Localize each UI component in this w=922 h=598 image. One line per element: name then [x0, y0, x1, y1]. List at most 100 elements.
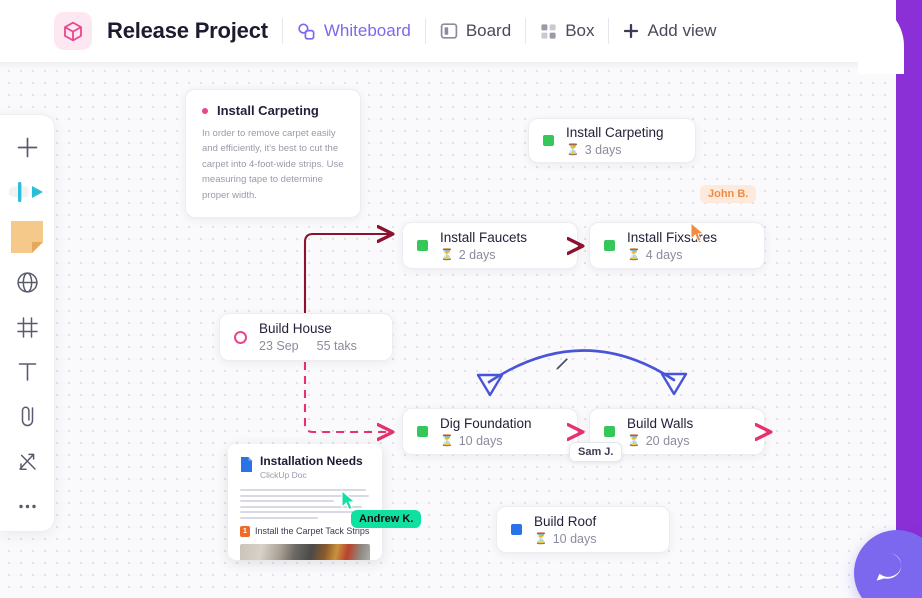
globe-icon: [16, 271, 38, 293]
text-tool[interactable]: [5, 351, 49, 392]
doc-list-item-text: Install the Carpet Tack Strips: [255, 526, 370, 537]
doc-subtitle: ClickUp Doc: [260, 470, 307, 481]
connector-blue-curve: [487, 349, 676, 384]
task-meta: ⏳ 10 days: [534, 532, 596, 546]
tab-box[interactable]: Box: [540, 21, 594, 41]
doc-embedded-image: [240, 543, 370, 560]
attachment-tool[interactable]: [5, 396, 49, 437]
doc-list-item: 1 Install the Carpet Tack Strips: [240, 525, 370, 537]
task-title: Install Carpeting: [566, 124, 664, 140]
task-card-build-house[interactable]: Build House 23 Sep 55 taks: [219, 313, 393, 361]
add-tool[interactable]: [5, 127, 49, 168]
task-meta: 23 Sep 55 taks: [259, 339, 357, 353]
connector-layer: [303, 62, 896, 598]
cursor-andrew-pointer: [341, 489, 356, 511]
task-body: Dig Foundation ⏳ 10 days: [440, 416, 532, 448]
cursor-john-pointer: [690, 221, 705, 243]
page-title: Release Project: [107, 18, 268, 43]
cube-icon: [64, 21, 82, 41]
canvas-top-shadow: [0, 62, 896, 70]
app-header: Release Project Whiteboard Board Box Add…: [0, 0, 896, 62]
task-title: Build Roof: [534, 513, 597, 529]
doc-card-installation-needs[interactable]: Installation Needs ClickUp Doc 1 Install…: [228, 444, 382, 560]
status-badge: [543, 135, 554, 146]
task-body: Install Faucets ⏳ 2 days: [440, 230, 527, 262]
ellipsis-icon: [18, 504, 36, 509]
sticky-note-icon: [11, 221, 43, 254]
text-t-icon: [18, 363, 36, 382]
right-edge-accent: [896, 0, 922, 598]
note-title: Install Carpeting: [217, 103, 319, 118]
task-meta: ⏳ 10 days: [440, 434, 532, 448]
box-grid-icon: [540, 23, 557, 40]
task-card-install-faucets[interactable]: Install Faucets ⏳ 2 days: [402, 222, 578, 269]
tab-board[interactable]: Board: [440, 21, 511, 41]
task-title: Install Faucets: [440, 229, 528, 245]
task-meta: ⏳ 4 days: [627, 248, 717, 262]
more-tools[interactable]: [5, 486, 49, 527]
doc-header: Installation Needs ClickUp Doc: [240, 454, 370, 481]
task-title: Dig Foundation: [440, 415, 532, 431]
status-badge: [604, 240, 615, 251]
task-card-dig-foundation[interactable]: Dig Foundation ⏳ 10 days: [402, 408, 578, 455]
task-duration: 10 days: [458, 433, 503, 448]
hourglass-icon: ⏳: [627, 435, 641, 447]
task-meta: ⏳ 20 days: [627, 434, 693, 448]
task-duration: 10 days: [552, 531, 597, 546]
board-icon: [440, 22, 458, 40]
add-view-label: Add view: [647, 21, 717, 40]
note-body: In order to remove carpet easily and eff…: [202, 128, 344, 201]
cursor-label-sam: Sam J.: [569, 442, 623, 462]
chat-bubble-icon: [876, 553, 902, 581]
tab-whiteboard[interactable]: Whiteboard: [297, 21, 411, 41]
pen-marker-icon: [9, 182, 43, 203]
bullet-icon: [202, 107, 208, 114]
header-divider: [281, 18, 283, 44]
web-embed-tool[interactable]: [5, 262, 49, 303]
hourglass-icon: ⏳: [534, 533, 548, 545]
cursor-sam-pen-icon: [554, 356, 570, 372]
task-duration: 2 days: [458, 247, 496, 262]
hourglass-icon: ⏳: [440, 249, 454, 261]
task-card-install-fixsures[interactable]: Install Fixsures ⏳ 4 days: [589, 222, 765, 269]
whiteboard-app: Release Project Whiteboard Board Box Add…: [0, 0, 922, 598]
hourglass-icon: ⏳: [440, 435, 454, 447]
cursor-label-andrew: Andrew K.: [351, 510, 422, 528]
connector-tool[interactable]: [5, 441, 49, 482]
doc-titles: Installation Needs ClickUp Doc: [260, 454, 363, 481]
task-duration: 4 days: [645, 247, 683, 262]
whiteboard-toolbar: [0, 114, 55, 532]
connector-buildhouse-digfoundation: [303, 362, 392, 432]
task-body: Build Roof ⏳ 10 days: [534, 514, 596, 546]
task-card-build-roof[interactable]: Build Roof ⏳ 10 days: [496, 506, 670, 553]
plus-icon: [17, 137, 37, 158]
whiteboard-canvas[interactable]: Install Carpeting In order to remove car…: [0, 62, 896, 598]
add-view-button[interactable]: Add view: [623, 21, 716, 41]
sticky-note-tool[interactable]: [5, 217, 49, 258]
document-icon: [241, 457, 252, 472]
arrowhead-right: [660, 372, 688, 396]
task-body: Install Carpeting ⏳ 3 days: [566, 125, 664, 157]
task-duration: 20 days: [645, 433, 690, 448]
task-title: Build House: [259, 321, 332, 336]
frame-tool[interactable]: [5, 307, 49, 348]
doc-title: Installation Needs: [260, 454, 363, 468]
header-divider: [424, 18, 426, 44]
status-badge: [604, 426, 615, 437]
task-title: Build Walls: [627, 415, 694, 431]
task-card-install-carpeting[interactable]: Install Carpeting ⏳ 3 days: [528, 118, 696, 163]
sticky-note-install-carpeting[interactable]: Install Carpeting In order to remove car…: [185, 89, 361, 218]
tab-whiteboard-label: Whiteboard: [323, 21, 411, 40]
frame-grid-icon: [16, 316, 38, 338]
connector-arrows-icon: [18, 453, 36, 471]
list-number-badge: 1: [240, 525, 250, 537]
cursor-label-john: John B.: [700, 185, 757, 203]
task-meta: ⏳ 3 days: [566, 143, 664, 157]
status-circle-icon: [234, 330, 247, 344]
pen-tool[interactable]: [5, 172, 49, 213]
status-badge: [511, 524, 522, 535]
whiteboard-icon: [297, 22, 316, 41]
project-logo[interactable]: [54, 12, 92, 50]
header-divider: [525, 18, 527, 44]
tab-board-label: Board: [465, 21, 512, 40]
